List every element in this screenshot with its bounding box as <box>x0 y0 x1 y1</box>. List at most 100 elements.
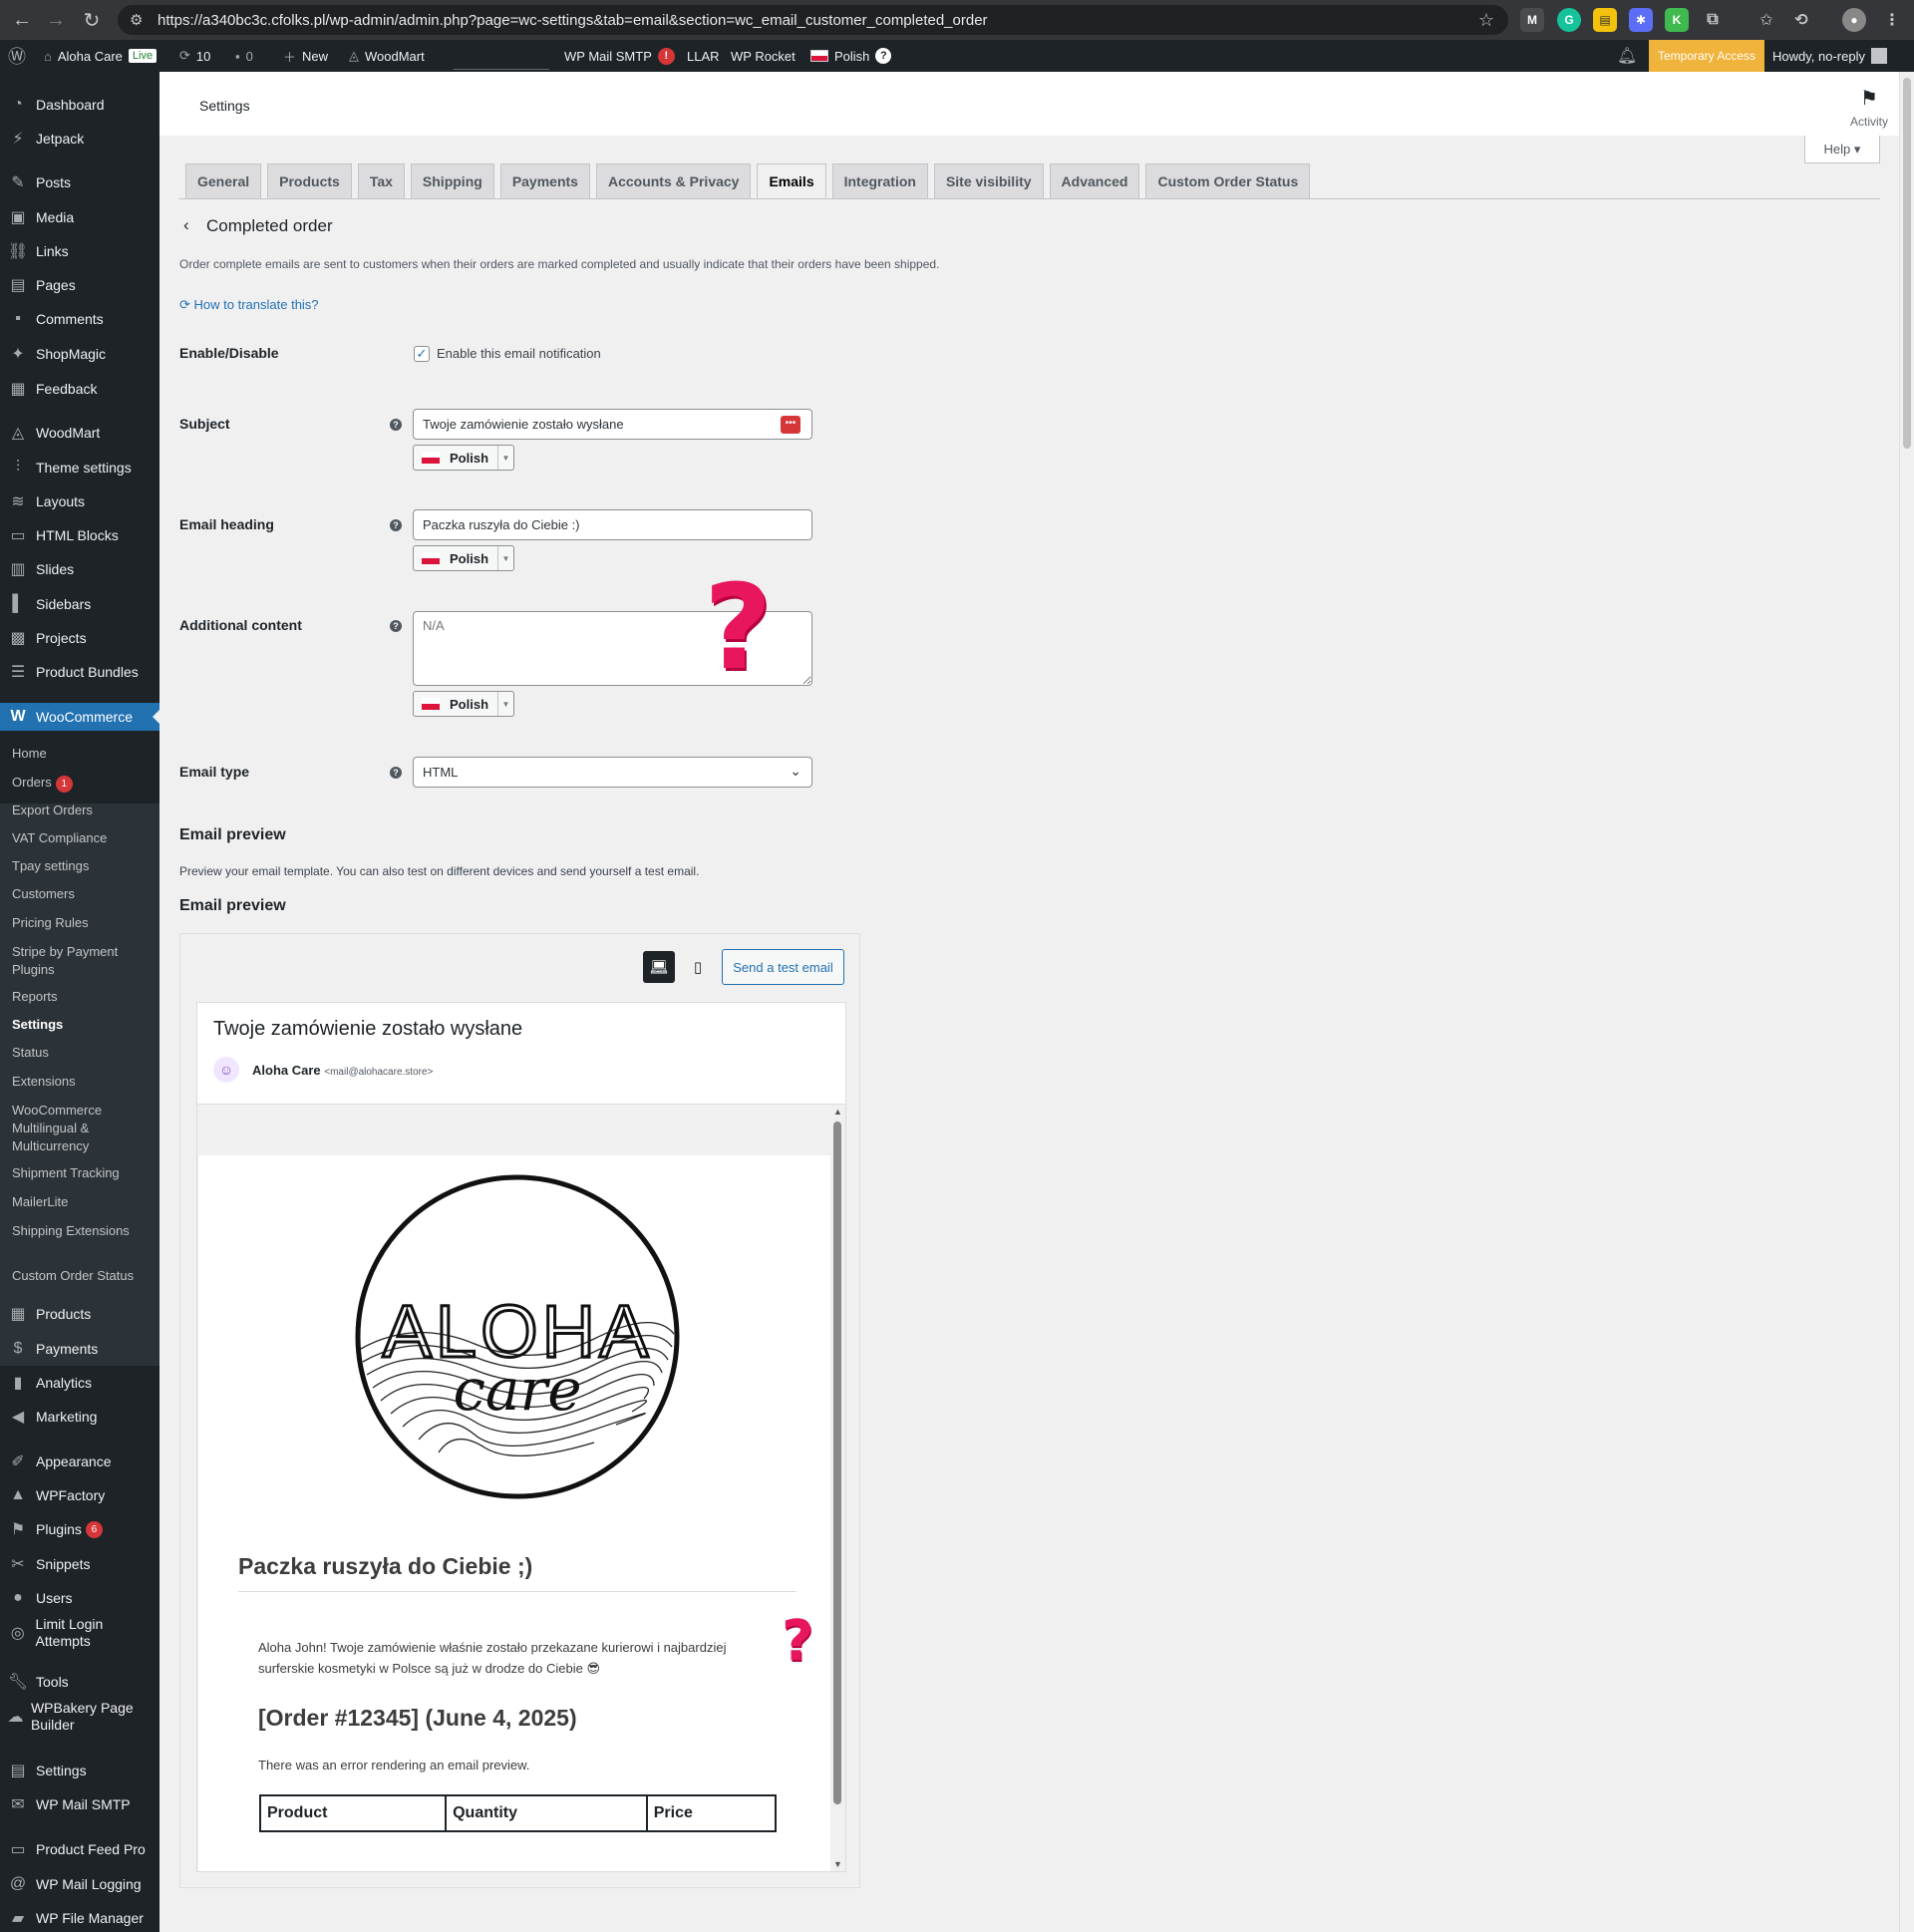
window-scrollbar[interactable] <box>1899 72 1914 1932</box>
tab-emails[interactable]: Emails <box>757 163 826 198</box>
site-info-icon[interactable]: ⚙ <box>130 11 152 29</box>
comments-link[interactable]: ▪ 0 <box>235 40 253 72</box>
language-select[interactable]: Polish ▼ <box>413 691 514 717</box>
sidebar-item-links[interactable]: ⛓ Links <box>0 237 160 265</box>
submenu-item-status[interactable]: Status <box>12 1044 157 1062</box>
language-select[interactable]: Polish ▼ <box>413 545 514 571</box>
tab-general[interactable]: General <box>185 163 262 198</box>
tab-integration[interactable]: Integration <box>831 163 928 198</box>
email-type-select[interactable]: HTML ⌄ <box>413 757 812 788</box>
wordpress-logo-icon[interactable]: Ⓦ <box>8 40 26 72</box>
forward-icon[interactable]: → <box>38 9 74 32</box>
back-icon[interactable]: ← <box>4 9 40 32</box>
translate-link[interactable]: ⟳ How to translate this? <box>179 297 319 313</box>
sidebar-item-appearance[interactable]: ✐ Appearance <box>0 1448 160 1475</box>
sidebar-item-layouts[interactable]: ≋ Layouts <box>0 487 160 515</box>
sidebar-item-dashboard[interactable]: ◔ Dashboard <box>0 91 160 119</box>
sidebar-item-woodmart[interactable]: ◬ WoodMart <box>0 419 160 447</box>
sidebar-item-product-feed-pro[interactable]: ▭ Product Feed Pro <box>0 1835 160 1863</box>
extension-m-icon[interactable]: M <box>1520 8 1544 32</box>
sidebar-item-marketing[interactable]: ◀ Marketing <box>0 1403 160 1431</box>
submenu-item-settings[interactable]: Settings <box>12 1016 157 1034</box>
extensions-puzzle-icon[interactable]: ⧉ <box>1701 8 1725 32</box>
tab-payments[interactable]: Payments <box>499 163 590 198</box>
iframe-scrollbar[interactable]: ▲ ▼ <box>830 1105 845 1871</box>
admin-bar-blank-item[interactable] <box>454 40 549 70</box>
sidebar-item-jetpack[interactable]: ⚡ Jetpack <box>0 125 160 153</box>
sidebar-item-product-bundles[interactable]: ☰ Product Bundles <box>0 658 160 686</box>
submenu-item-shipment-tracking[interactable]: Shipment Tracking <box>12 1164 157 1182</box>
submenu-item-tpay-settings[interactable]: Tpay settings <box>12 857 157 875</box>
sidebar-item-wp-file-manager[interactable]: ▰ WP File Manager <box>0 1904 160 1932</box>
sidebar-item-pages[interactable]: ▤ Pages <box>0 271 160 299</box>
sidebar-item-media[interactable]: ▣ Media <box>0 203 160 231</box>
submenu-item-pricing-rules[interactable]: Pricing Rules <box>12 914 157 932</box>
scrollbar-thumb[interactable] <box>833 1122 841 1804</box>
tab-shipping[interactable]: Shipping <box>410 163 494 198</box>
help-tip-icon[interactable]: ? <box>390 620 402 632</box>
extension-folder-icon[interactable]: ▤ <box>1593 8 1617 32</box>
notifications-bell-icon[interactable]: 🔔︎ <box>1617 40 1637 72</box>
tab-tax[interactable]: Tax <box>357 163 405 198</box>
new-content-link[interactable]: ＋ New <box>283 40 328 72</box>
submenu-item-custom-order-status[interactable]: Custom Order Status <box>12 1267 157 1285</box>
profile-avatar-icon[interactable]: ● <box>1842 8 1866 32</box>
mobile-preview-button[interactable]: ▯ <box>682 951 714 983</box>
my-account-link[interactable]: Howdy, no-reply <box>1772 40 1887 72</box>
help-tip-icon[interactable]: ? <box>390 519 402 531</box>
tab-advanced[interactable]: Advanced <box>1049 163 1140 198</box>
submenu-item-customers[interactable]: Customers <box>12 885 157 903</box>
help-tab-button[interactable]: Help ▾ <box>1804 136 1880 163</box>
extension-gear-icon[interactable]: ✱ <box>1629 8 1653 32</box>
llar-link[interactable]: LLAR <box>687 40 720 72</box>
activity-button[interactable]: ⚑ Activity <box>1839 86 1899 129</box>
help-tip-icon[interactable]: ? <box>390 767 402 779</box>
history-icon[interactable]: ⟲ <box>1789 8 1813 32</box>
submenu-item-mailerlite[interactable]: MailerLite <box>12 1193 157 1211</box>
scroll-up-arrow-icon[interactable]: ▲ <box>833 1107 842 1117</box>
language-switcher[interactable]: Polish ? <box>810 40 892 72</box>
window-scrollbar-thumb[interactable] <box>1903 78 1911 449</box>
sidebar-item-products[interactable]: ▦ Products <box>0 1300 160 1328</box>
submenu-item-home[interactable]: Home <box>12 745 157 763</box>
woodmart-link[interactable]: ◬ WoodMart <box>349 40 425 72</box>
updates-link[interactable]: ⟳ 10 <box>179 40 210 72</box>
temporary-access-button[interactable]: Temporary Access <box>1649 40 1764 72</box>
scroll-down-arrow-icon[interactable]: ▼ <box>833 1859 842 1869</box>
sidebar-item-wpbakery-page-builder[interactable]: ☁ WPBakery Page Builder <box>0 1699 160 1735</box>
sidebar-item-analytics[interactable]: ▮ Analytics <box>0 1369 160 1397</box>
help-tip-icon[interactable]: ? <box>390 419 402 431</box>
sidebar-item-wpfactory[interactable]: ▲ WPFactory <box>0 1481 160 1509</box>
extension-k-icon[interactable]: K <box>1665 8 1689 32</box>
sidebar-item-settings[interactable]: ▤ Settings <box>0 1757 160 1784</box>
subject-input[interactable]: Twoje zamówienie zostało wysłane ••• <box>413 409 812 440</box>
sidebar-item-theme-settings[interactable]: ⫶ Theme settings <box>0 454 160 482</box>
submenu-item-shipping-extensions[interactable]: Shipping Extensions <box>12 1222 157 1240</box>
sidebar-item-projects[interactable]: ▩ Projects <box>0 624 160 652</box>
sidebar-item-shopmagic[interactable]: ✦ ShopMagic <box>0 340 160 368</box>
sidebar-item-users[interactable]: ● Users <box>0 1584 160 1612</box>
tab-accounts-privacy[interactable]: Accounts & Privacy <box>595 163 752 198</box>
submenu-item-orders[interactable]: Orders 1 <box>12 774 157 793</box>
grammarly-icon[interactable]: G <box>1557 8 1581 32</box>
sidebar-item-snippets[interactable]: ✂ Snippets <box>0 1550 160 1578</box>
back-chevron-icon[interactable]: ‹ <box>183 215 189 235</box>
sidebar-item-tools[interactable]: 🔧︎ Tools <box>0 1668 160 1696</box>
reload-icon[interactable]: ↻ <box>74 8 110 33</box>
password-manager-icon[interactable]: ••• <box>781 416 800 434</box>
sidebar-item-limit-login-attempts[interactable]: ◎ Limit Login Attempts <box>0 1615 160 1651</box>
submenu-item-woocommerce-multilingual-multicurrency[interactable]: WooCommerce Multilingual & Multicurrency <box>12 1102 157 1155</box>
enable-checkbox[interactable]: ✓ <box>414 346 430 362</box>
wp-mail-smtp-link[interactable]: WP Mail SMTP ! <box>564 40 675 72</box>
tab-site-visibility[interactable]: Site visibility <box>933 163 1044 198</box>
tab-custom-order-status[interactable]: Custom Order Status <box>1145 163 1311 198</box>
submenu-item-reports[interactable]: Reports <box>12 988 157 1006</box>
browser-menu-icon[interactable]: ⋮ <box>1880 8 1904 32</box>
submenu-item-vat-compliance[interactable]: VAT Compliance <box>12 829 157 847</box>
sidebar-item-plugins[interactable]: ⚑ Plugins 6 <box>0 1515 160 1543</box>
sidebar-item-posts[interactable]: ✎ Posts <box>0 168 160 196</box>
submenu-item-stripe-by-payment-plugins[interactable]: Stripe by Payment Plugins <box>12 943 157 979</box>
email-preview-iframe[interactable]: ALOHA care Paczka ruszyła do Ciebie ;) A… <box>196 1104 846 1872</box>
address-bar[interactable]: ⚙ https://a340bc3c.cfolks.pl/wp-admin/ad… <box>118 5 1508 35</box>
wp-rocket-link[interactable]: WP Rocket <box>731 40 796 72</box>
